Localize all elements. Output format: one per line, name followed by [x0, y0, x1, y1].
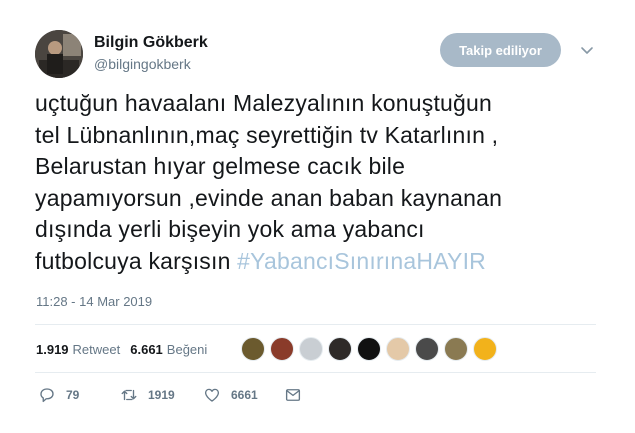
like-action-count: 6661: [231, 388, 258, 402]
retweet-label: Retweet: [72, 342, 121, 357]
liker-avatar[interactable]: [444, 337, 468, 361]
like-label: Beğeni: [166, 342, 208, 357]
chevron-down-icon[interactable]: [579, 42, 595, 58]
reply-button[interactable]: 79: [38, 386, 120, 404]
tweet-line: yapamıyorsun ,evinde anan baban kaynanan: [35, 184, 503, 211]
liker-avatar[interactable]: [299, 337, 323, 361]
liker-avatar[interactable]: [473, 337, 497, 361]
liker-avatar[interactable]: [357, 337, 381, 361]
user-name[interactable]: Bilgin Gökberk: [94, 34, 208, 52]
retweet-button[interactable]: 1919: [120, 386, 203, 404]
divider: [35, 372, 596, 373]
retweet-count: 1.919: [36, 342, 69, 357]
tweet-line: uçtuğun havaalanı Malezyalının konuştuğu…: [35, 90, 493, 116]
engagement-stats: 1.919 Retweet 6.661 Beğeni: [36, 342, 217, 357]
liker-avatar[interactable]: [241, 337, 265, 361]
envelope-icon: [285, 389, 301, 401]
hashtag-link[interactable]: #YabancıSınırınaHAYIR: [237, 248, 486, 274]
tweet-text: uçtuğun havaalanı Malezyalının konuştuğu…: [35, 88, 610, 277]
like-stat[interactable]: 6.661 Beğeni: [130, 342, 207, 357]
tweet-line: dışında yerli bişeyin yok ama yabancı: [35, 216, 425, 242]
reply-icon: [40, 388, 54, 403]
tweet-timestamp[interactable]: 11:28 - 14 Mar 2019: [36, 294, 152, 309]
liker-avatars: [241, 337, 502, 361]
retweet-icon: [121, 389, 137, 401]
like-button[interactable]: 6661: [203, 386, 284, 404]
avatar[interactable]: [35, 30, 83, 78]
retweet-stat[interactable]: 1.919 Retweet: [36, 342, 120, 357]
tweet-line: futbolcuya karşısın: [35, 247, 231, 274]
heart-icon: [204, 388, 220, 402]
action-bar: 79 1919 6661: [38, 386, 302, 404]
retweet-action-count: 1919: [148, 388, 175, 402]
tweet-line: Belarustan hıyar gelmese cacık bile: [35, 153, 406, 179]
liker-avatar[interactable]: [415, 337, 439, 361]
tweet-line-last: futbolcuya karşısın #YabancıSınırınaHAYI…: [35, 246, 610, 278]
liker-avatar[interactable]: [328, 337, 352, 361]
reply-count: 79: [66, 388, 80, 402]
liker-avatar[interactable]: [386, 337, 410, 361]
user-handle[interactable]: @bilgingokberk: [94, 56, 191, 72]
tweet-line: tel Lübnanlının,maç seyrettiğin tv Katar…: [35, 121, 499, 148]
tweet-card: Bilgin Gökberk @bilgingokberk Takip edil…: [0, 0, 635, 433]
message-button[interactable]: [284, 386, 302, 404]
following-button[interactable]: Takip ediliyor: [440, 33, 561, 67]
liker-avatar[interactable]: [270, 337, 294, 361]
divider: [35, 324, 596, 325]
like-count: 6.661: [130, 342, 163, 357]
